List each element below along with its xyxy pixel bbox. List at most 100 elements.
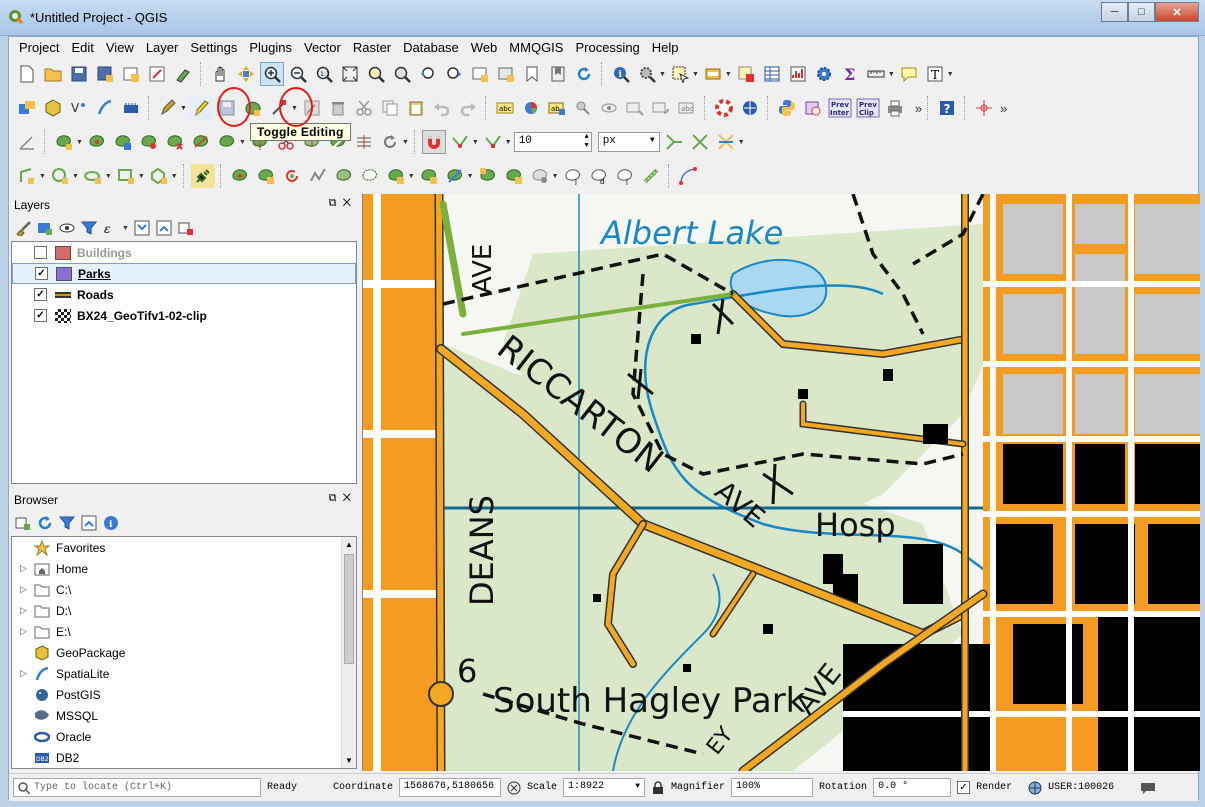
layer-row[interactable]: Buildings bbox=[12, 242, 356, 263]
expand-arrow-icon[interactable]: ▷ bbox=[20, 563, 34, 574]
dropdown-arrow-icon[interactable]: ▼ bbox=[947, 71, 954, 78]
undo-button[interactable] bbox=[430, 96, 454, 120]
browser-item[interactable]: Favorites bbox=[12, 537, 356, 558]
panel-float-close-icons[interactable]: ⧉ ✕ bbox=[329, 197, 351, 210]
filter-by-expression-button[interactable]: ε bbox=[102, 219, 120, 237]
cut-features-button[interactable] bbox=[352, 96, 376, 120]
dropdown-arrow-icon[interactable]: ▼ bbox=[39, 173, 46, 180]
browser-item[interactable]: ▷ C:\ bbox=[12, 579, 356, 600]
new-print-layout-button[interactable] bbox=[119, 62, 143, 86]
rotate-point-symbols-button[interactable] bbox=[352, 130, 376, 154]
offset-point-symbols-button[interactable] bbox=[378, 130, 402, 154]
current-edits-button[interactable] bbox=[156, 96, 180, 120]
rotation-spinbox[interactable]: 0.0 ° bbox=[873, 778, 952, 797]
collapse-browser-button[interactable] bbox=[80, 514, 98, 532]
advanced-tool-3-button[interactable] bbox=[280, 164, 304, 188]
georeferencer-button[interactable] bbox=[738, 96, 762, 120]
topological-editing-button[interactable] bbox=[662, 130, 686, 154]
layer-labeling-button[interactable]: abc bbox=[493, 96, 517, 120]
browser-item[interactable]: GeoPackage bbox=[12, 642, 356, 663]
advanced-tool-6-button[interactable] bbox=[358, 164, 382, 188]
menu-edit[interactable]: Edit bbox=[65, 40, 99, 55]
expand-arrow-icon[interactable]: ▷ bbox=[20, 605, 34, 616]
layer-visibility-checkbox[interactable] bbox=[34, 246, 47, 259]
refresh-browser-button[interactable] bbox=[36, 514, 54, 532]
minimize-button[interactable]: ─ bbox=[1101, 2, 1128, 22]
dropdown-arrow-icon[interactable]: ▼ bbox=[692, 71, 699, 78]
bezier-curve-button[interactable] bbox=[676, 164, 700, 188]
new-geopackage-layer-button[interactable] bbox=[41, 96, 65, 120]
scroll-down-arrow-icon[interactable]: ▼ bbox=[342, 753, 356, 768]
dropdown-arrow-icon[interactable]: ▼ bbox=[402, 139, 409, 146]
paste-features-button[interactable] bbox=[404, 96, 428, 120]
layer-visibility-checkbox[interactable]: ✓ bbox=[34, 288, 47, 301]
add-rectangle-button[interactable] bbox=[114, 164, 138, 188]
snapping-tolerance-input[interactable]: 10 ▲ ▼ bbox=[513, 132, 592, 152]
run-feature-action-button[interactable] bbox=[635, 62, 659, 86]
spinner-arrows-icon[interactable]: ▲ ▼ bbox=[584, 133, 588, 151]
layer-visibility-checkbox[interactable]: ✓ bbox=[35, 267, 48, 280]
help-button[interactable]: ? bbox=[935, 96, 959, 120]
dropdown-arrow-icon[interactable]: ▼ bbox=[472, 139, 479, 146]
identify-features-button[interactable]: i bbox=[609, 62, 633, 86]
layer-diagram-button[interactable] bbox=[519, 96, 543, 120]
dropdown-arrow-icon[interactable]: ▼ bbox=[659, 71, 666, 78]
python-console-button[interactable] bbox=[775, 96, 799, 120]
open-layer-styling-button[interactable] bbox=[14, 219, 32, 237]
browser-item[interactable]: ▷ E:\ bbox=[12, 621, 356, 642]
browser-item[interactable]: MSSQL bbox=[12, 705, 356, 726]
menu-processing[interactable]: Processing bbox=[569, 40, 645, 55]
toggle-editing-button[interactable] bbox=[188, 96, 213, 120]
menu-plugins[interactable]: Plugins bbox=[243, 40, 298, 55]
dropdown-arrow-icon[interactable]: ▼ bbox=[171, 173, 178, 180]
prev-inter-button[interactable]: Prev Inter bbox=[827, 96, 853, 120]
advanced-tool-11-button[interactable] bbox=[502, 164, 526, 188]
maximize-button[interactable]: □ bbox=[1128, 2, 1155, 22]
expand-arrow-icon[interactable]: ▷ bbox=[20, 668, 34, 679]
zoom-out-button[interactable] bbox=[286, 62, 310, 86]
statistics-button[interactable] bbox=[786, 62, 810, 86]
advanced-tool-14-button[interactable]: d bbox=[587, 164, 611, 188]
add-raster-layer-button[interactable] bbox=[93, 96, 117, 120]
crs-globe-icon[interactable] bbox=[1028, 781, 1042, 795]
tracing-button[interactable] bbox=[714, 130, 738, 154]
scrollbar-thumb[interactable] bbox=[344, 554, 354, 664]
dropdown-arrow-icon[interactable]: ▼ bbox=[105, 173, 112, 180]
fill-ring-button[interactable] bbox=[85, 130, 109, 154]
browser-scrollbar[interactable]: ▲ ▼ bbox=[341, 537, 356, 768]
dropdown-arrow-icon[interactable]: ▼ bbox=[725, 71, 732, 78]
filter-legend-button[interactable] bbox=[80, 219, 98, 237]
crs-button[interactable]: USER:100026 bbox=[1048, 782, 1114, 793]
save-as-button[interactable] bbox=[93, 62, 117, 86]
zoom-to-layer-button[interactable] bbox=[390, 62, 414, 86]
expand-all-button[interactable] bbox=[133, 219, 151, 237]
copy-features-button[interactable] bbox=[378, 96, 402, 120]
digitize-with-segment-button[interactable] bbox=[15, 164, 39, 188]
advanced-tool-9-button[interactable] bbox=[443, 164, 467, 188]
advanced-tool-1-button[interactable] bbox=[228, 164, 252, 188]
zoom-next-button[interactable] bbox=[442, 62, 466, 86]
zoom-to-selection-button[interactable] bbox=[364, 62, 388, 86]
delete-selected-button[interactable] bbox=[326, 96, 350, 120]
browser-item[interactable]: Oracle bbox=[12, 726, 356, 747]
pan-to-selection-button[interactable] bbox=[234, 62, 258, 86]
mmqgis-plugin-button[interactable] bbox=[801, 96, 825, 120]
zoom-native-button[interactable]: 1:1 bbox=[312, 62, 336, 86]
panel-float-close-icons[interactable]: ⧉ ✕ bbox=[329, 492, 351, 505]
advanced-tool-8-button[interactable] bbox=[417, 164, 441, 188]
dropdown-arrow-icon[interactable]: ▼ bbox=[138, 173, 145, 180]
filter-browser-button[interactable] bbox=[58, 514, 76, 532]
dropdown-arrow-icon[interactable]: ▼ bbox=[72, 173, 79, 180]
pin-unpin-labels-button[interactable] bbox=[571, 96, 595, 120]
new-bookmark-button[interactable] bbox=[520, 62, 544, 86]
offset-curve-button[interactable] bbox=[215, 130, 239, 154]
text-annotation-button[interactable]: T bbox=[923, 62, 947, 86]
measure-angle-button[interactable] bbox=[15, 130, 39, 154]
add-ellipse-button[interactable] bbox=[81, 164, 105, 188]
add-circle-button[interactable] bbox=[48, 164, 72, 188]
dropdown-arrow-icon[interactable]: ▼ bbox=[505, 139, 512, 146]
open-attribute-table-button[interactable] bbox=[760, 62, 784, 86]
delete-part-button[interactable] bbox=[163, 130, 187, 154]
scroll-up-arrow-icon[interactable]: ▲ bbox=[342, 537, 356, 552]
expand-arrow-icon[interactable]: ▷ bbox=[20, 584, 34, 595]
